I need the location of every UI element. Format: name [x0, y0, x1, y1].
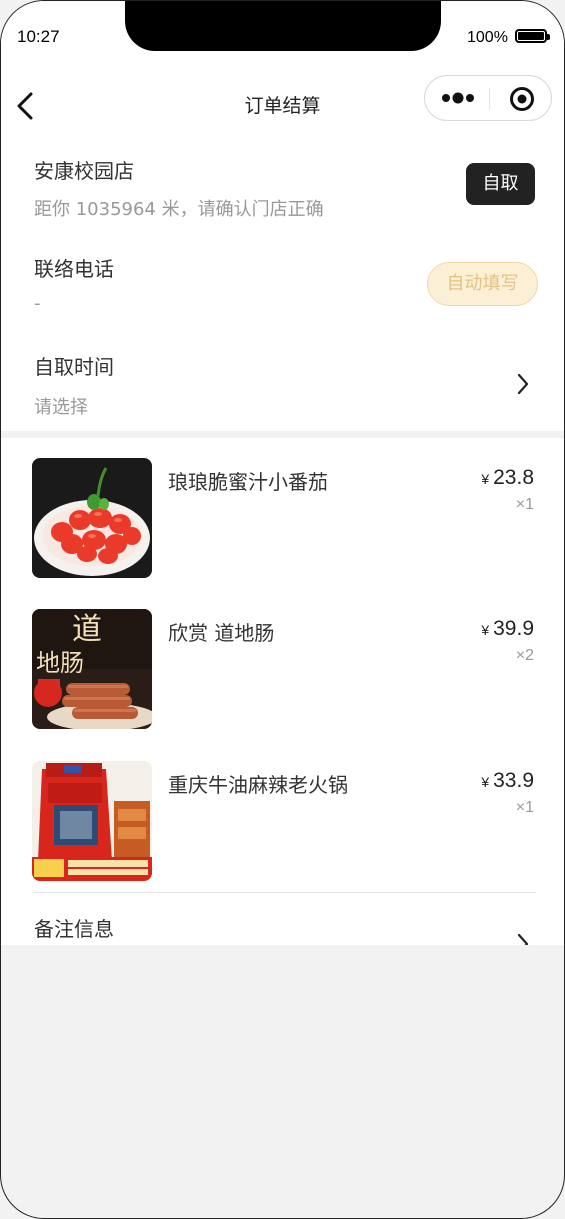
notch	[125, 1, 441, 51]
status-bar: 10:27 100%	[1, 1, 564, 61]
product-qty: ×2	[515, 647, 534, 664]
product-image-tomato	[32, 458, 152, 578]
product-price: ¥23.8	[481, 466, 534, 489]
product-item[interactable]: 道 地肠 欣赏 道地肠 ¥ 39.9 ×2	[1, 609, 564, 731]
auto-fill-button[interactable]: 自动填写	[427, 262, 538, 306]
product-qty: ×1	[515, 496, 534, 513]
product-image-sausage: 道 地肠	[32, 609, 152, 729]
chevron-right-icon	[517, 373, 529, 395]
battery-icon	[515, 29, 550, 43]
store-name: 安康校园店	[34, 159, 134, 183]
product-price: ¥33.9	[481, 769, 534, 792]
status-time: 10:27	[17, 27, 60, 46]
more-dots-icon[interactable]	[441, 91, 475, 105]
product-name: 欣赏 道地肠	[168, 621, 275, 645]
phone-frame: 10:27 100% 订单结算 安康校园店 距你 1035964 米，请确认门店…	[0, 0, 565, 1219]
product-name: 琅琅脆蜜汁小番茄	[168, 470, 328, 494]
product-price: ¥39.9	[481, 617, 534, 640]
svg-text:地肠: 地肠	[36, 649, 84, 677]
remark-label: 备注信息	[34, 917, 114, 941]
product-qty: ×1	[515, 799, 534, 816]
pickup-time-placeholder: 请选择	[34, 397, 88, 418]
product-name: 重庆牛油麻辣老火锅	[168, 773, 348, 797]
section-gap	[1, 431, 564, 438]
nav-bar: 订单结算	[1, 61, 564, 147]
svg-text:道: 道	[72, 612, 102, 647]
remark-row[interactable]: 备注信息 -	[1, 893, 564, 945]
contact-value[interactable]: -	[34, 293, 41, 314]
product-item[interactable]: 重庆牛油麻辣老火锅 ¥33.9 ×1	[1, 761, 564, 883]
pickup-mode-tag[interactable]: 自取	[466, 163, 535, 205]
store-distance: 距你 1035964 米，请确认门店正确	[34, 199, 324, 220]
product-item[interactable]: 琅琅脆蜜汁小番茄 ¥23.8 ×1	[1, 458, 564, 580]
contact-label: 联络电话	[34, 257, 114, 281]
store-row[interactable]: 安康校园店 距你 1035964 米，请确认门店正确 自取	[1, 147, 564, 237]
pickup-time-label: 自取时间	[34, 355, 114, 379]
pickup-time-row[interactable]: 自取时间 请选择	[1, 337, 564, 431]
chevron-right-icon	[517, 933, 529, 945]
product-image-hotpot-base	[32, 761, 152, 881]
capsule-divider	[489, 88, 490, 110]
mini-program-capsule	[424, 75, 552, 121]
battery-percent: 100%	[467, 29, 508, 46]
order-content: 安康校园店 距你 1035964 米，请确认门店正确 自取 联络电话 - 自动填…	[1, 147, 564, 945]
target-circle-icon[interactable]	[509, 86, 535, 112]
